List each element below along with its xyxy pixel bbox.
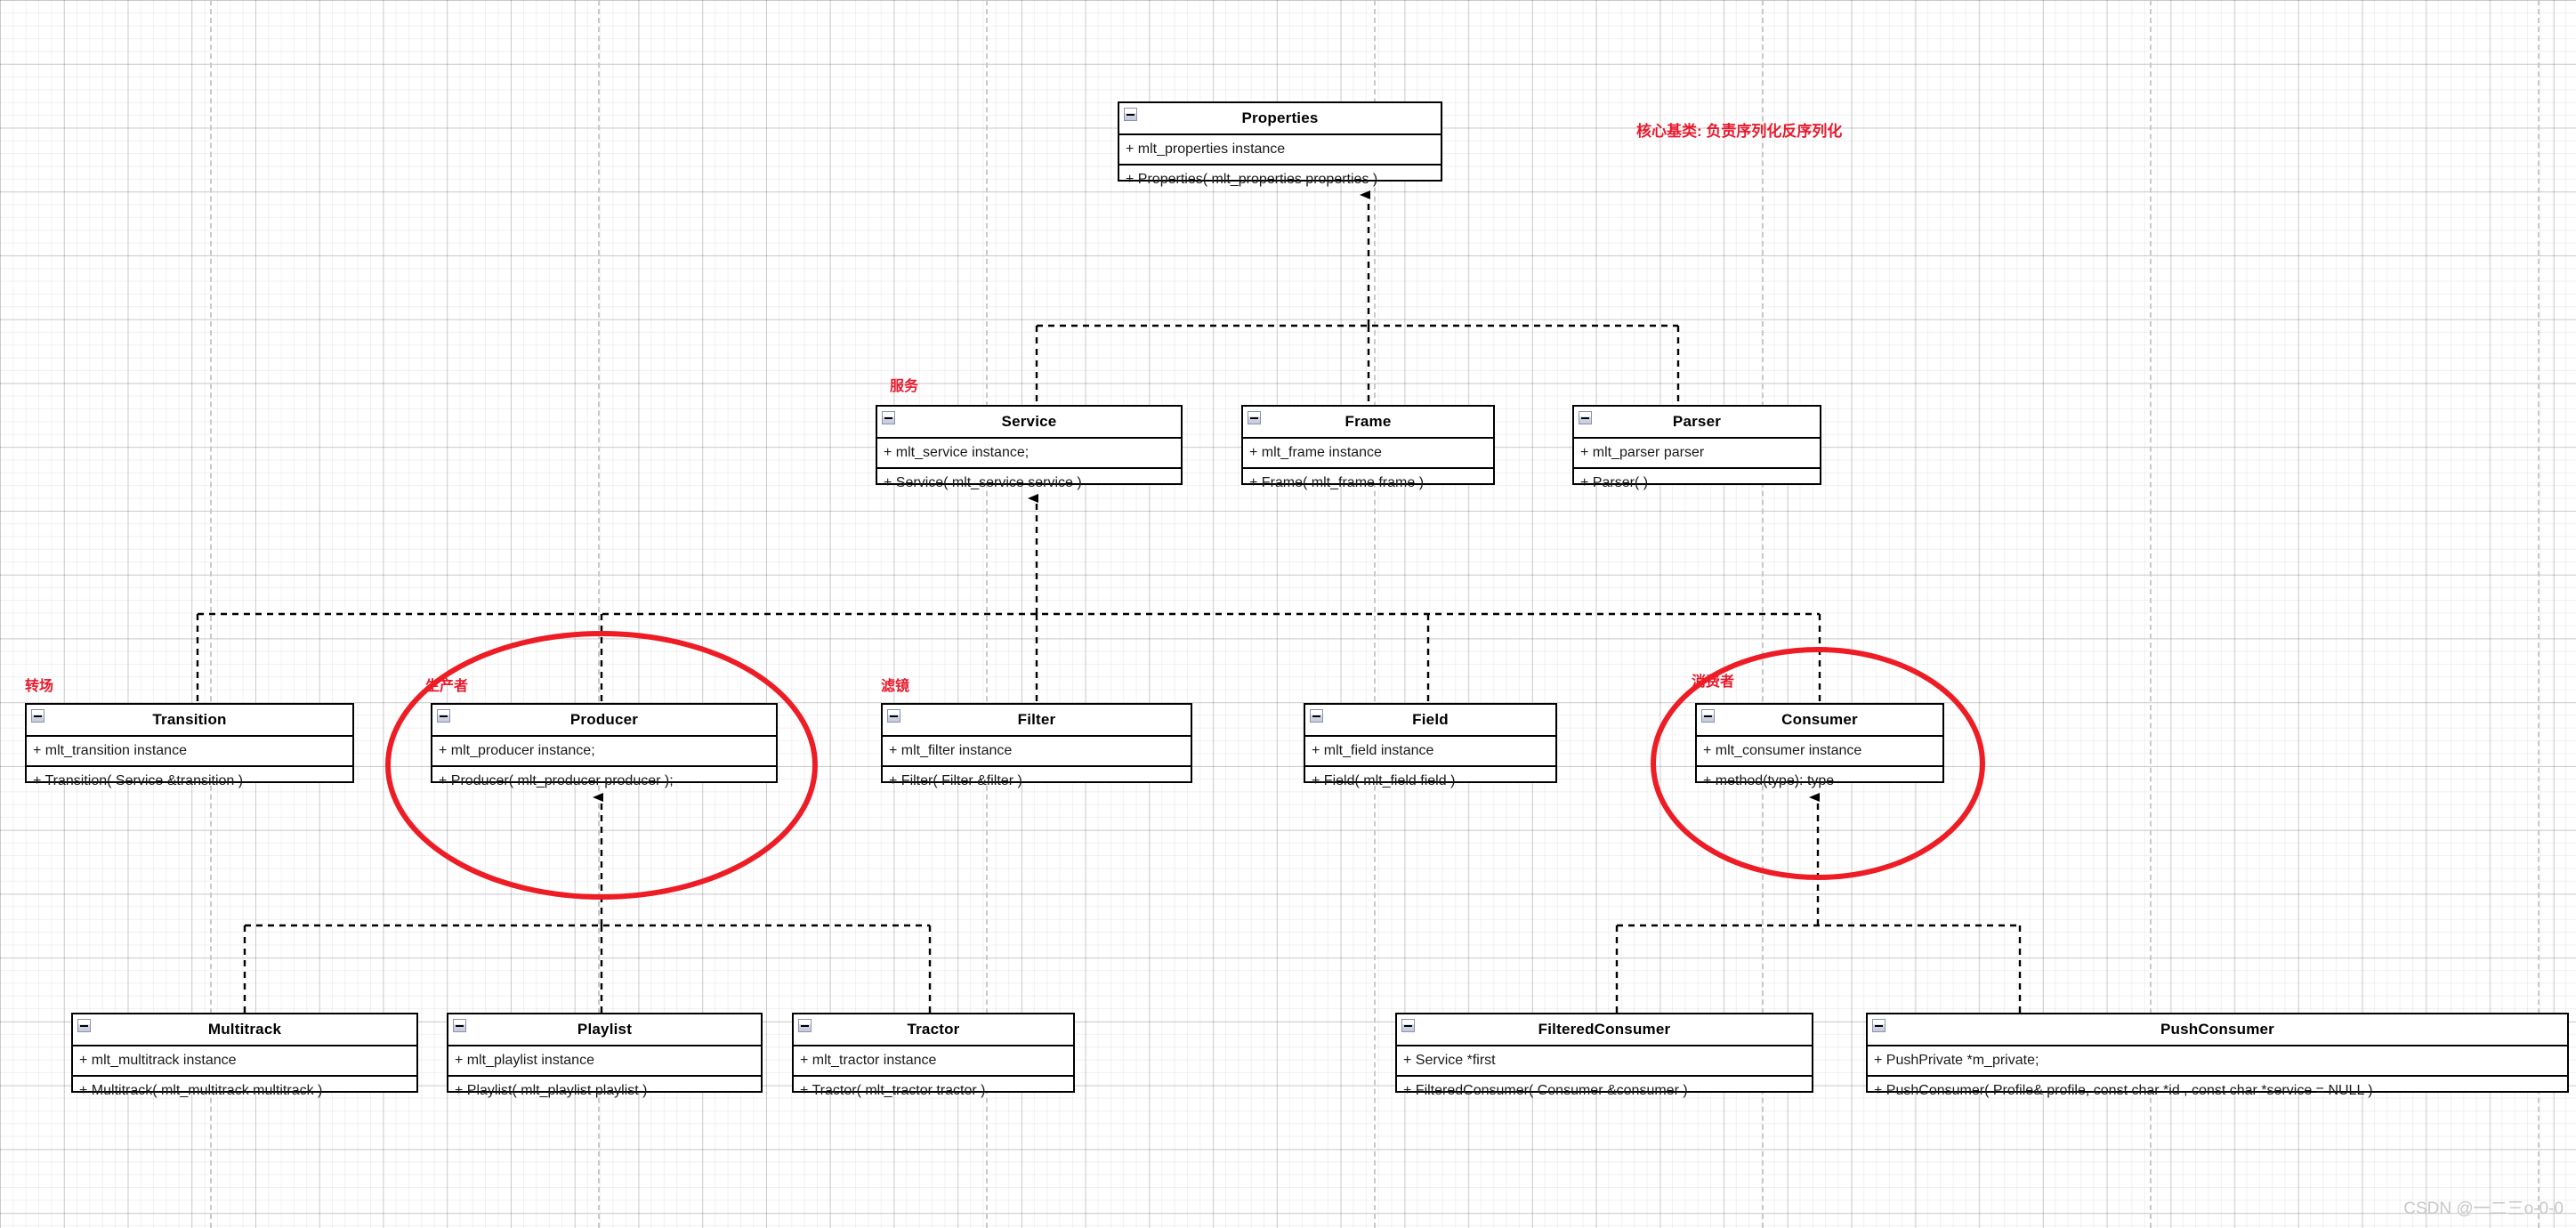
class-operation: + Producer( mlt_producer producer );: [439, 773, 674, 788]
class-attribute: + PushPrivate *m_private;: [1868, 1046, 2567, 1077]
collapse-minus-icon[interactable]: [1248, 411, 1261, 424]
class-name-playlist: Playlist: [577, 1021, 633, 1038]
annotation-core-base: 核心基类: 负责序列化反序列化: [1636, 123, 1843, 140]
class-header-pushconsumer: PushConsumer: [1868, 1014, 2567, 1046]
class-name-tractor: Tractor: [907, 1021, 960, 1038]
class-header-frame: Frame: [1243, 407, 1493, 439]
watermark: CSDN @一二三o-0-0: [2403, 1200, 2564, 1218]
class-box-properties[interactable]: Properties + mlt_properties instance + Pro…: [1118, 101, 1442, 187]
class-attribute: + mlt_properties instance: [1119, 135, 1441, 166]
class-operation: + PushConsumer( Profile& profile, const …: [1874, 1083, 2373, 1098]
collapse-minus-icon[interactable]: [437, 709, 450, 723]
collapse-minus-icon[interactable]: [887, 709, 900, 723]
class-name-pushconsumer: PushConsumer: [2160, 1021, 2275, 1038]
class-name-multitrack: Multitrack: [207, 1021, 282, 1038]
class-header-parser: Parser: [1574, 407, 1820, 439]
collapse-minus-icon[interactable]: [1579, 411, 1592, 424]
class-header-field: Field: [1305, 705, 1555, 737]
class-operation: + Frame( mlt_frame frame ): [1249, 475, 1425, 490]
class-operation: + method(type): type: [1703, 773, 1835, 788]
collapse-minus-icon[interactable]: [1872, 1019, 1886, 1032]
class-name-service: Service: [1001, 413, 1057, 430]
collapse-minus-icon[interactable]: [1124, 108, 1137, 121]
class-attribute: + mlt_parser parser: [1574, 439, 1820, 469]
class-attribute: + mlt_consumer instance: [1697, 737, 1942, 767]
class-attribute: + mlt_tractor instance: [794, 1046, 1073, 1077]
class-name-properties: Properties: [1241, 109, 1319, 126]
class-box-frame[interactable]: Frame + mlt_frame instance + Frame( mlt_fr…: [1241, 405, 1495, 490]
class-operation: + Parser( ): [1580, 475, 1649, 490]
class-operation: + Multitrack( mlt_multitrack multitrack …: [79, 1083, 323, 1098]
class-operation: + Tractor( mlt_tractor tractor ): [800, 1083, 986, 1098]
class-attribute: + mlt_multitrack instance: [73, 1046, 416, 1077]
collapse-minus-icon[interactable]: [1701, 709, 1715, 723]
class-box-multitrack[interactable]: Multitrack + mlt_multitrack instance + Mul…: [71, 1013, 418, 1098]
annotation-producer: 生产者: [425, 679, 469, 694]
class-name-parser: Parser: [1672, 413, 1722, 430]
annotation-consumer: 消费者: [1692, 675, 1735, 690]
class-box-parser[interactable]: Parser + mlt_parser parser + Parser( ): [1572, 405, 1821, 490]
annotation-filter: 滤镜: [881, 679, 910, 694]
class-name-filter: Filter: [1017, 711, 1056, 728]
class-operation: + Properties( mlt_properties properties …: [1126, 172, 1378, 187]
class-attribute: + mlt_field instance: [1305, 737, 1555, 767]
class-header-tractor: Tractor: [794, 1014, 1073, 1046]
collapse-minus-icon[interactable]: [798, 1019, 812, 1032]
collapse-minus-icon[interactable]: [1310, 709, 1323, 723]
class-operation: + Transition( Service &transition ): [33, 773, 244, 788]
class-header-service: Service: [877, 407, 1181, 439]
class-name-producer: Producer: [569, 711, 639, 728]
collapse-minus-icon[interactable]: [77, 1019, 91, 1032]
uml-diagram-canvas: Properties + mlt_properties instance + Pro…: [0, 0, 2576, 1228]
class-header-producer: Producer: [432, 705, 776, 737]
class-box-transition[interactable]: Transition + mlt_transition instance + Tra…: [25, 703, 354, 788]
collapse-minus-icon[interactable]: [453, 1019, 466, 1032]
class-box-filteredconsumer[interactable]: FilteredConsumer + Service *first + Filter…: [1395, 1013, 1813, 1098]
class-box-consumer[interactable]: Consumer + mlt_consumer instance + method(…: [1695, 703, 1944, 788]
class-name-frame: Frame: [1345, 413, 1392, 430]
class-name-transition: Transition: [152, 711, 227, 728]
class-header-filteredconsumer: FilteredConsumer: [1397, 1014, 1812, 1046]
class-operation: + Filter( Filter &filter ): [889, 773, 1022, 788]
class-attribute: + mlt_filter instance: [883, 737, 1191, 767]
collapse-minus-icon[interactable]: [1401, 1019, 1415, 1032]
annotation-service: 服务: [890, 379, 919, 394]
collapse-minus-icon[interactable]: [31, 709, 44, 723]
class-name-consumer: Consumer: [1781, 711, 1858, 728]
class-name-filteredconsumer: FilteredConsumer: [1538, 1021, 1671, 1038]
class-operation: + Playlist( mlt_playlist playlist ): [455, 1083, 648, 1098]
class-header-filter: Filter: [883, 705, 1191, 737]
class-name-field: Field: [1412, 711, 1449, 728]
class-header-properties: Properties: [1119, 103, 1441, 135]
class-header-transition: Transition: [27, 705, 352, 737]
class-operation: + Field( mlt_field field ): [1312, 773, 1456, 788]
class-box-pushconsumer[interactable]: PushConsumer + PushPrivate *m_private; + P…: [1866, 1013, 2569, 1098]
class-box-filter[interactable]: Filter + mlt_filter instance + Filter( Fil…: [881, 703, 1192, 788]
class-attribute: + mlt_producer instance;: [432, 737, 776, 767]
class-attribute: + mlt_frame instance: [1243, 439, 1493, 469]
class-header-multitrack: Multitrack: [73, 1014, 416, 1046]
class-header-consumer: Consumer: [1697, 705, 1942, 737]
class-box-playlist[interactable]: Playlist + mlt_playlist instance + Playlis…: [447, 1013, 763, 1098]
class-attribute: + mlt_service instance;: [877, 439, 1181, 469]
class-box-field[interactable]: Field + mlt_field instance + Field( mlt_fi…: [1304, 703, 1557, 788]
annotation-transition: 转场: [25, 679, 54, 694]
class-box-producer[interactable]: Producer + mlt_producer instance; + Produc…: [431, 703, 778, 788]
collapse-minus-icon[interactable]: [882, 411, 895, 424]
class-attribute: + mlt_transition instance: [27, 737, 352, 767]
class-box-service[interactable]: Service + mlt_service instance; + Service(…: [876, 405, 1183, 490]
class-box-tractor[interactable]: Tractor + mlt_tractor instance + Tractor( …: [792, 1013, 1075, 1098]
class-attribute: + mlt_playlist instance: [448, 1046, 761, 1077]
class-header-playlist: Playlist: [448, 1014, 761, 1046]
class-operation: + Service( mlt_service service ): [884, 475, 1082, 490]
class-attribute: + Service *first: [1397, 1046, 1812, 1077]
class-operation: + FilteredConsumer( Consumer &consumer ): [1403, 1083, 1688, 1098]
